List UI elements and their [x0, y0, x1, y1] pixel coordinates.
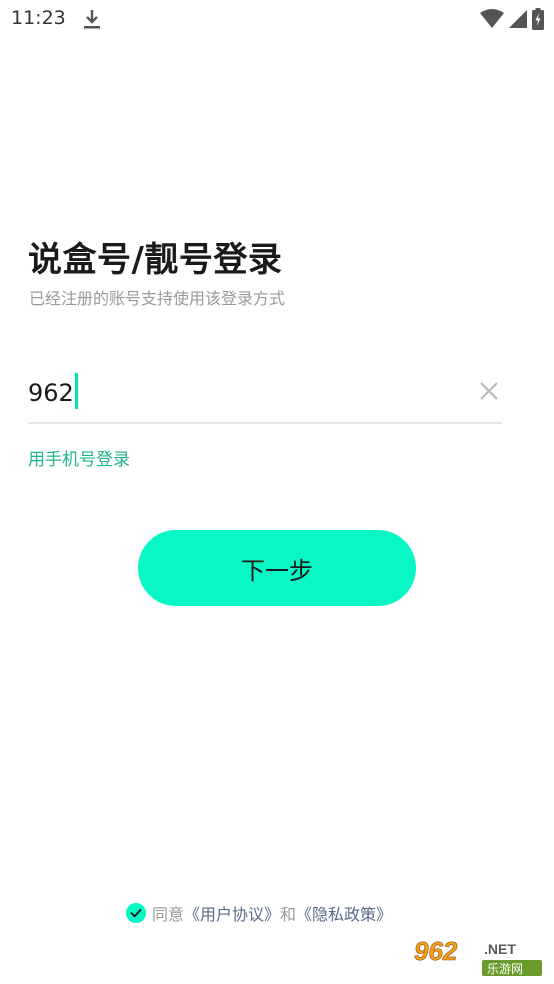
user-agreement-link[interactable]: 《用户协议》: [184, 901, 280, 925]
status-icons: [480, 8, 544, 30]
phone-login-link[interactable]: 用手机号登录: [28, 445, 130, 470]
agree-prefix: 同意: [152, 905, 185, 924]
agree-checkbox-icon[interactable]: [126, 903, 146, 923]
account-input-value: 962: [28, 379, 74, 407]
site-watermark-logo: 962 .NET 乐游网: [408, 934, 546, 978]
download-icon: [84, 10, 100, 29]
privacy-policy-link[interactable]: 《隐私政策》: [296, 901, 392, 925]
next-step-button[interactable]: 下一步: [138, 530, 416, 606]
page-title: 说盒号/靓号登录: [28, 240, 283, 280]
signal-icon: [509, 10, 527, 28]
battery-icon: [532, 8, 544, 30]
agree-conjunction: 和: [280, 905, 297, 924]
account-input[interactable]: 962: [28, 373, 78, 412]
watermark-number: 962: [414, 936, 458, 966]
agreement-row: 同意 《用户协议》 和 《隐私政策》: [126, 901, 392, 925]
page-subtitle: 已经注册的账号支持使用该登录方式: [29, 289, 286, 308]
wifi-icon: [480, 9, 504, 28]
text-caret: [74, 373, 78, 409]
watermark-text: 乐游网: [487, 962, 523, 976]
clear-icon[interactable]: [478, 380, 500, 402]
account-input-field[interactable]: 962: [28, 370, 502, 424]
status-time: 11:23: [11, 7, 66, 29]
watermark-suffix: .NET: [484, 941, 516, 957]
status-bar: 11:23: [0, 0, 554, 38]
